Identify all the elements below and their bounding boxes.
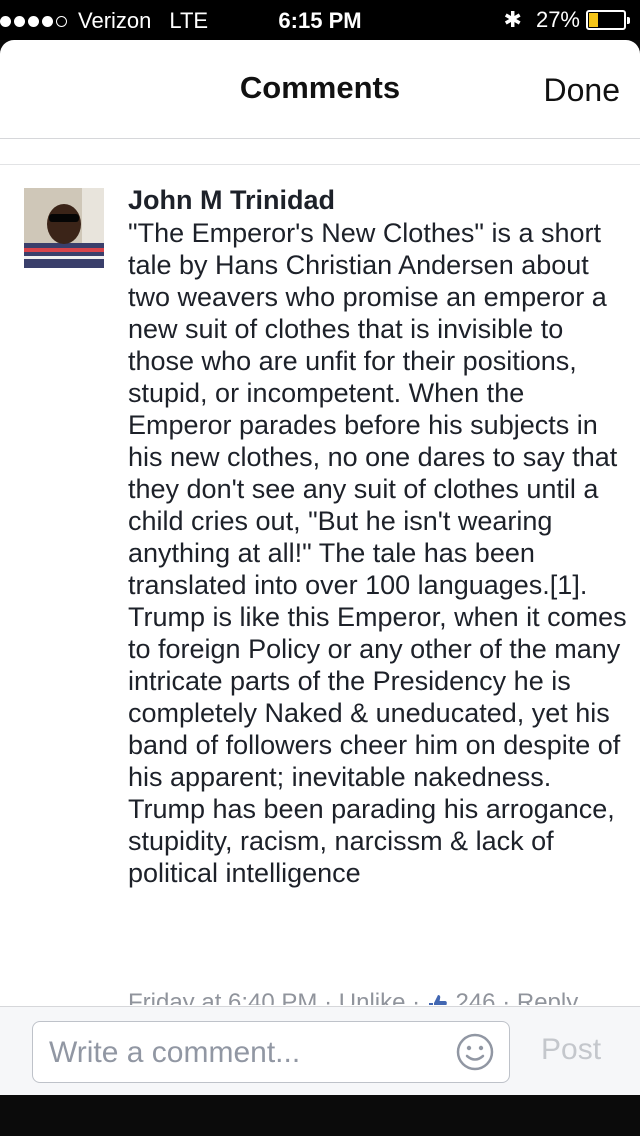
- comment-author[interactable]: John M Trinidad: [128, 185, 335, 216]
- avatar[interactable]: [24, 188, 104, 268]
- comments-sheet: Comments Done John M Trinidad "The Emper…: [0, 40, 640, 1095]
- like-count[interactable]: 246: [455, 989, 495, 1005]
- unlike-button[interactable]: Unlike: [339, 989, 406, 1005]
- comment-text: "The Emperor's New Clothes" is a short t…: [128, 218, 627, 888]
- divider: [0, 164, 640, 165]
- reply-button[interactable]: Reply: [517, 989, 578, 1005]
- comment-composer: Write a comment... Post: [0, 1006, 640, 1095]
- comment-timestamp: Friday at 6:40 PM: [128, 989, 318, 1005]
- thumbs-up-icon: [427, 993, 449, 1005]
- battery-percent: 27%: [535, 7, 580, 32]
- done-button[interactable]: Done: [544, 72, 621, 109]
- comment-meta: Friday at 6:40 PM · Unlike · 246 · Reply: [128, 989, 578, 1005]
- status-bar: Verizon LTE 6:15 PM ✱ 27%: [0, 0, 640, 40]
- comment-item: John M Trinidad "The Emperor's New Cloth…: [0, 185, 640, 1005]
- comment-input[interactable]: Write a comment...: [32, 1021, 510, 1083]
- emoji-icon[interactable]: [455, 1032, 495, 1072]
- comment-input-placeholder: Write a comment...: [49, 1036, 301, 1069]
- post-button[interactable]: Post: [541, 1033, 601, 1067]
- bluetooth-icon: ✱: [503, 7, 522, 32]
- navigation-bar: Comments Done: [0, 40, 640, 139]
- bottom-strip: [0, 1095, 640, 1136]
- battery-icon: [586, 10, 626, 30]
